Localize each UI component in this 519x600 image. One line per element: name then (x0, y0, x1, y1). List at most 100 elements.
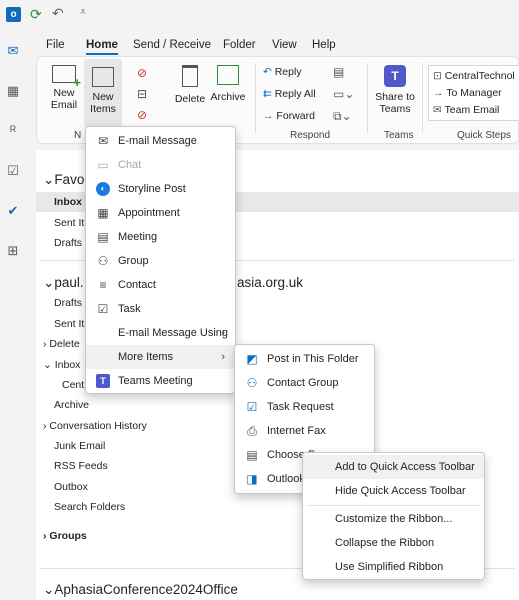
menu-item-label: Post in This Folder (267, 353, 359, 365)
sync-icon[interactable]: ⟳ (30, 6, 42, 23)
ribbon-tabs: File Home Send / Receive Folder View Hel… (32, 30, 519, 56)
groups-header[interactable]: › Groups (43, 530, 87, 542)
menu-item-task[interactable]: ☑ Task (86, 297, 235, 321)
menu-item-task-request[interactable]: ☑ Task Request (235, 395, 374, 419)
reply-all-button[interactable]: ⇇ Reply All (263, 88, 316, 100)
menu-item-label: Hide Quick Access Toolbar (335, 485, 466, 497)
account2-header[interactable]: ⌄AphasiaConference2024Office (43, 582, 238, 598)
respond-group-label: Respond (290, 130, 331, 141)
reply-label: Reply (274, 66, 302, 78)
customize-qat-icon[interactable]: ⩡ (80, 6, 86, 19)
menu-item-label: E-mail Message Using (118, 327, 229, 339)
menu-item-meeting[interactable]: ▤ Meeting (86, 225, 235, 249)
ribbon-divider (367, 63, 368, 133)
menu-item-contact[interactable]: ≡ Contact (86, 273, 235, 297)
quick-steps-group-label: Quick Steps (457, 130, 511, 141)
menu-item-internet-fax[interactable]: ⎙ Internet Fax (235, 419, 374, 443)
quick-step-label: To Manager (446, 87, 502, 99)
folder-drafts[interactable]: Drafts (54, 297, 82, 309)
folder-inbox[interactable]: Inbox (54, 196, 82, 208)
folder-inbox[interactable]: ⌄ Inbox (43, 359, 80, 371)
folder-junk[interactable]: Junk Email (54, 440, 105, 452)
tasks-nav-icon[interactable]: ☑ (4, 162, 22, 180)
menu-item-label: Chat (118, 159, 142, 171)
menu-item-teams-meeting[interactable]: T Teams Meeting (86, 369, 235, 393)
menu-item-chat[interactable]: ▭ Chat (86, 153, 235, 177)
folder-central[interactable]: Cent (62, 379, 84, 391)
menu-item-contact-group[interactable]: ⚇ Contact Group (235, 371, 374, 395)
folder-deleted[interactable]: › Delete (43, 338, 80, 350)
folder-conversation-history-label: Conversation History (49, 420, 147, 432)
archive-button[interactable]: Archive (209, 65, 247, 103)
folder-rss[interactable]: RSS Feeds (54, 460, 108, 472)
mail-icon: ✉ (97, 134, 109, 148)
folder-conversation-history[interactable]: › Conversation History (43, 420, 147, 432)
folder-sent[interactable]: Sent It (54, 217, 84, 229)
undo-icon[interactable]: ↶ (52, 5, 64, 22)
tab-home[interactable]: Home (86, 39, 118, 55)
chevron-right-icon: › (221, 351, 225, 363)
menu-item-label: E-mail Message (118, 135, 197, 147)
tab-view[interactable]: View (272, 39, 297, 51)
new-email-icon: + (52, 65, 81, 89)
title-bar: o ⟳ ↶ ⩡ (0, 0, 519, 30)
calendar-nav-icon[interactable]: ▦ (4, 82, 22, 100)
reply-all-icon: ⇇ (263, 88, 275, 100)
menu-item-label: Outlook (267, 473, 305, 485)
folder-search-folders[interactable]: Search Folders (54, 501, 125, 513)
menu-item-customize-ribbon[interactable]: Customize the Ribbon... (303, 507, 484, 531)
fax-icon: ⎙ (247, 424, 257, 438)
menu-item-hide-qat[interactable]: Hide Quick Access Toolbar (303, 479, 484, 503)
account-header[interactable]: ⌄paul. (43, 275, 84, 291)
menu-item-post-in-folder[interactable]: ◩ Post in This Folder (235, 347, 374, 371)
apps-nav-icon[interactable]: ⊞ (4, 242, 22, 260)
menu-item-group[interactable]: ⚇ Group (86, 249, 235, 273)
task-icon: ☑ (97, 302, 109, 316)
reply-button[interactable]: ↶ Reply (263, 66, 302, 78)
menu-item-more-items[interactable]: More Items › (86, 345, 235, 369)
folder-drafts[interactable]: Drafts (54, 237, 82, 249)
forward-icon: → (263, 110, 277, 122)
menu-item-add-to-qat[interactable]: Add to Quick Access Toolbar (303, 455, 484, 479)
menu-item-simplified-ribbon[interactable]: Use Simplified Ribbon (303, 555, 484, 579)
folder-outbox[interactable]: Outbox (54, 481, 88, 493)
menu-item-appointment[interactable]: ▦ Appointment (86, 201, 235, 225)
im-reply-icon[interactable]: ▭⌄ (333, 87, 354, 101)
tab-send-receive[interactable]: Send / Receive (133, 39, 211, 51)
quick-step-item[interactable]: → To Manager (433, 87, 502, 99)
quick-step-item[interactable]: ✉ Team Email (433, 104, 499, 116)
share-to-teams-button[interactable]: T Share to Teams (373, 65, 417, 115)
tab-help[interactable]: Help (312, 39, 336, 51)
menu-item-label: Teams Meeting (118, 375, 193, 387)
menu-item-label: Appointment (118, 207, 180, 219)
quick-step-item[interactable]: ⊡ CentralTechnol (433, 70, 515, 82)
menu-item-collapse-ribbon[interactable]: Collapse the Ribbon (303, 531, 484, 555)
meeting-reply-icon[interactable]: ▤ (333, 65, 344, 79)
menu-item-email-message-using[interactable]: E-mail Message Using › (86, 321, 235, 345)
folder-sent[interactable]: Sent It (54, 318, 84, 330)
menu-item-storyline-post[interactable]: ◐ Storyline Post (86, 177, 235, 201)
cleanup-icon[interactable]: ⊟ (137, 87, 147, 101)
menu-item-label: Storyline Post (118, 183, 186, 195)
favorites-header[interactable]: ⌄Favor (43, 172, 89, 188)
tab-file[interactable]: File (46, 39, 65, 51)
share-to-teams-label: Share to Teams (375, 91, 415, 115)
quick-step-icon: ⊡ (433, 70, 445, 82)
more-respond-icon[interactable]: ⧉⌄ (333, 109, 352, 124)
new-items-button[interactable]: New Items (84, 59, 122, 127)
contact-group-icon: ⚇ (246, 376, 258, 390)
new-email-button[interactable]: + New Email (45, 65, 83, 111)
new-group-label: N (74, 130, 82, 141)
delete-button[interactable]: Delete (171, 65, 209, 105)
todo-nav-icon[interactable]: ✔ (4, 202, 22, 220)
mail-nav-icon[interactable]: ✉ (4, 42, 22, 60)
folder-archive[interactable]: Archive (54, 399, 89, 411)
ignore-icon[interactable]: ⊘ (137, 66, 147, 80)
forward-button[interactable]: → Forward (263, 110, 315, 122)
junk-icon[interactable]: ⊘ (137, 108, 147, 122)
people-nav-icon[interactable]: ᴿ (4, 122, 22, 140)
menu-item-email-message[interactable]: ✉ E-mail Message (86, 129, 235, 153)
new-items-menu: ✉ E-mail Message ▭ Chat ◐ Storyline Post ▦ A… (85, 126, 236, 394)
tab-folder[interactable]: Folder (223, 39, 256, 51)
menu-item-label: Task Request (267, 401, 334, 413)
